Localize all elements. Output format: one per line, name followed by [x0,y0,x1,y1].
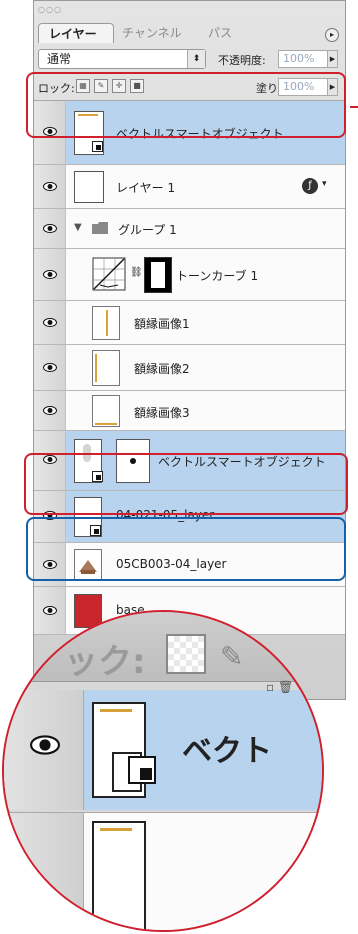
eye-icon [30,735,60,755]
panel-menu-icon[interactable]: ▸ [325,28,339,42]
brush-icon: ✎ [220,640,244,673]
updown-arrow-icon: ⬍ [187,50,205,68]
opacity-label: 不透明度: [218,54,266,67]
panel-footer-icons: ▫ 🗑 [266,680,294,694]
eye-icon[interactable] [43,224,57,233]
layer-name[interactable]: ベクトルスマートオブジェクト [158,453,326,470]
layer-row[interactable]: 額縁画像1 [34,301,345,345]
eye-icon[interactable] [43,511,57,520]
panel-tabs: レイヤー チャンネル パス ▸ [34,19,345,45]
visibility-cell[interactable] [34,345,66,390]
lock-label: ロック: [38,82,75,95]
blend-mode-select[interactable]: 通常 ⬍ [38,49,206,69]
callout-arrow [350,106,358,108]
visibility-cell[interactable] [34,249,66,300]
layer-name[interactable]: 額縁画像1 [134,315,190,332]
eye-icon[interactable] [43,127,57,136]
magnified-lock-label: ック: [64,642,146,682]
magnified-layer-name: ベクト [182,734,272,769]
visibility-cell[interactable] [34,101,66,164]
layer-name[interactable]: 05CB003-04_layer [116,557,227,571]
eye-icon[interactable] [43,182,57,191]
tab-paths[interactable]: パス [198,23,254,43]
blend-row: 通常 ⬍ 不透明度: 100% ▶ [34,45,345,73]
opacity-field[interactable]: 100% [278,50,328,68]
disclosure-triangle-icon[interactable]: ▼ [74,222,82,233]
fill-field[interactable]: 100% [278,78,328,96]
opacity-arrow-icon[interactable]: ▶ [328,50,338,68]
eye-icon[interactable] [43,406,57,415]
expand-arrow-icon[interactable]: ▾ [322,179,327,189]
layers-panel: ○○○ レイヤー チャンネル パス ▸ 通常 ⬍ 不透明度: 100% ▶ ロッ… [33,0,346,700]
layer-name[interactable]: 04-021-05_layer [116,508,214,522]
layer-thumbnail [92,306,120,340]
link-icon[interactable]: ⛓ [130,267,143,278]
magnifier-circle: ック: ✎ ベクト ▫ 🗑 [2,610,324,932]
checkerboard-icon [166,634,206,674]
layer-thumbnail [92,395,120,427]
layer-name[interactable]: トーンカーブ 1 [176,267,258,284]
blend-mode-value: 通常 [47,52,72,66]
layer-thumbnail [92,350,120,386]
visibility-cell[interactable] [34,301,66,344]
layer-name[interactable]: 額縁画像3 [134,404,190,421]
visibility-cell[interactable] [34,491,66,542]
eye-icon[interactable] [43,270,57,279]
smart-object-icon [90,525,101,536]
layer-name[interactable]: ベクトルスマートオブジェクト [116,125,284,142]
folder-icon [92,222,108,234]
window-buttons-icon[interactable]: ○○○ [38,5,62,14]
magnified-lock-row: ック: ✎ [4,612,322,682]
visibility-cell[interactable] [34,391,66,430]
eye-icon[interactable] [43,560,57,569]
tab-channels[interactable]: チャンネル [112,23,200,43]
smart-object-icon [128,756,156,784]
magnified-visibility-cell [4,690,84,810]
layer-row[interactable]: 04-021-05_layer [34,491,345,543]
layer-thumbnail [74,549,102,581]
layer-style-icon[interactable]: ƒ [302,178,318,194]
layer-mask-thumbnail[interactable] [116,439,150,483]
lock-transparency-icon[interactable]: ▦ [76,79,90,93]
visibility-cell[interactable] [34,431,66,490]
layer-name[interactable]: 額縁画像2 [134,360,190,377]
lock-row: ロック: ▦ ✎ ✛ ■ 塗り: 100% ▶ [34,73,345,101]
tab-layers[interactable]: レイヤー [38,23,114,43]
magnified-layer-row-2 [4,812,322,930]
layer-row[interactable]: 額縁画像2 [34,345,345,391]
visibility-cell[interactable] [34,209,66,248]
lock-paint-icon[interactable]: ✎ [94,79,108,93]
layer-row[interactable]: ベクトルスマートオブジェクト [34,101,345,165]
curves-adjustment-icon [92,257,126,291]
lock-position-icon[interactable]: ✛ [112,79,126,93]
magnified-visibility-cell [4,813,84,930]
eye-icon[interactable] [43,318,57,327]
layer-row[interactable]: ベクトルスマートオブジェクト [34,431,345,491]
visibility-cell[interactable] [34,165,66,208]
eye-icon[interactable] [43,363,57,372]
visibility-cell[interactable] [34,543,66,586]
title-bar: ○○○ [34,1,345,21]
magnified-thumbnail [92,821,146,930]
layer-thumbnail [74,171,104,203]
smart-object-icon [92,141,103,152]
fill-arrow-icon[interactable]: ▶ [328,78,338,96]
layer-name[interactable]: グループ 1 [118,221,177,238]
layer-mask-thumbnail[interactable] [144,257,172,293]
layer-row[interactable]: 額縁画像3 [34,391,345,431]
lock-all-icon[interactable]: ■ [130,79,144,93]
magnified-layer-row: ベクト ▫ 🗑 [4,680,322,810]
layer-row[interactable]: レイヤー 1 ƒ ▾ [34,165,345,209]
smart-object-icon [92,471,103,482]
layer-row[interactable]: ▼ グループ 1 [34,209,345,249]
eye-icon[interactable] [43,455,57,464]
layer-name[interactable]: レイヤー 1 [116,179,175,196]
layer-row[interactable]: ⛓ トーンカーブ 1 [34,249,345,301]
layer-row[interactable]: 05CB003-04_layer [34,543,345,587]
